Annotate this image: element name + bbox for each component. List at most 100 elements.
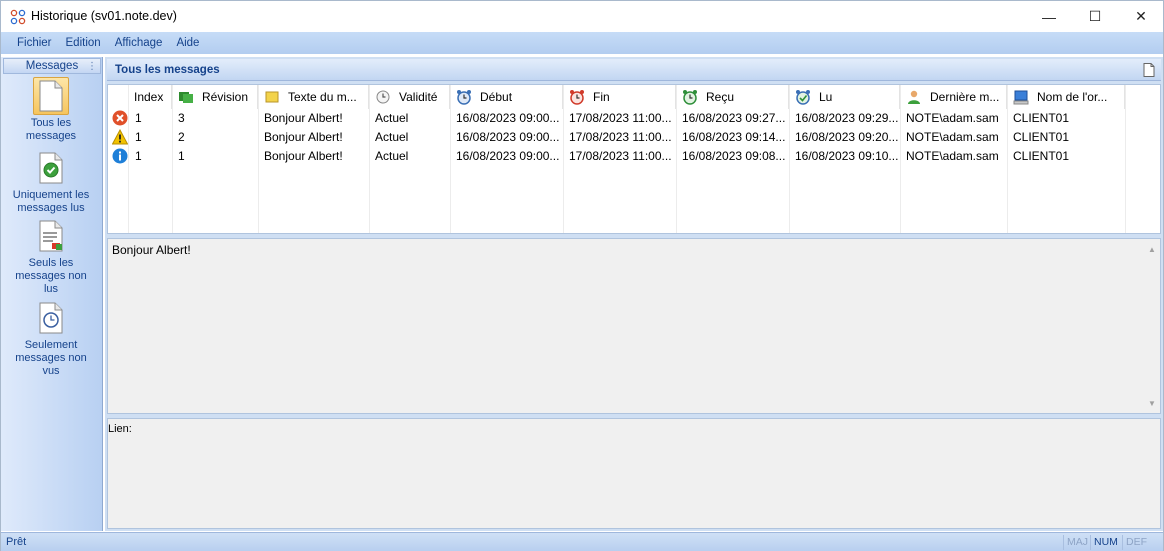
nav-item-all-messages[interactable]: Tous les messages (3, 77, 99, 143)
cell-read: 16/08/2023 09:20... (795, 130, 899, 144)
menu-fichier[interactable]: Fichier (10, 32, 59, 54)
nav-item-label: Uniquement les (12, 189, 90, 201)
column-header-index[interactable]: Index (128, 85, 172, 109)
scroll-up-icon[interactable]: ▲ (1144, 241, 1160, 257)
cell-validity: Actuel (375, 149, 409, 163)
blank-document-icon (39, 80, 63, 112)
scroll-lock-indicator: DEF (1122, 535, 1150, 550)
cell-read: 16/08/2023 09:10... (795, 149, 899, 163)
table-row[interactable]: 1 1 Bonjour Albert! Actuel 16/08/2023 09… (108, 147, 1160, 166)
maximize-button[interactable]: ☐ (1072, 1, 1118, 32)
document-clock-icon (39, 302, 63, 334)
close-button[interactable]: ✕ (1118, 1, 1164, 32)
link-label: Lien: (108, 423, 132, 435)
cell-revision: 1 (178, 149, 185, 163)
column-header-start[interactable]: Début (450, 85, 563, 109)
cell-index: 1 (135, 111, 142, 125)
nav-pane-header: Messages ⋮ (3, 58, 101, 74)
nav-pane-title: Messages (25, 60, 79, 72)
cell-text: Bonjour Albert! (264, 149, 343, 163)
main-header: Tous les messages (107, 59, 1161, 81)
nav-item-label: messages non (15, 352, 87, 364)
nav-item-read-messages[interactable]: Uniquement les messages lus (3, 149, 99, 215)
cell-start: 16/08/2023 09:00... (456, 149, 560, 163)
app-logo-icon (10, 9, 26, 25)
cell-end: 17/08/2023 11:00... (569, 111, 672, 125)
cell-index: 1 (135, 130, 142, 144)
main-area: Tous les messages Index Révision Texte d… (105, 57, 1163, 531)
column-header-end[interactable]: Fin (563, 85, 676, 109)
menu-affichage[interactable]: Affichage (108, 32, 170, 54)
cell-text: Bonjour Albert! (264, 111, 343, 125)
cell-start: 16/08/2023 09:00... (456, 111, 560, 125)
column-header-received[interactable]: Reçu (676, 85, 789, 109)
title-bar: Historique (sv01.note.dev) — ☐ ✕ (1, 1, 1163, 32)
nav-item-label: lus (43, 283, 59, 295)
grid-header: Index Révision Texte du m... Validité Dé… (108, 85, 1160, 109)
cell-end: 17/08/2023 11:00... (569, 130, 672, 144)
column-header-text[interactable]: Texte du m... (258, 85, 369, 109)
num-lock-indicator: NUM (1090, 535, 1121, 550)
grip-icon[interactable]: ⋮ (87, 60, 97, 74)
link-pane[interactable]: Lien: (107, 418, 1161, 529)
column-header-last-modified[interactable]: Dernière m... (900, 85, 1007, 109)
window-title: Historique (sv01.note.dev) (31, 9, 177, 23)
nav-item-label: messages (25, 130, 77, 142)
cell-validity: Actuel (375, 130, 409, 144)
nav-item-unseen-messages[interactable]: Seulement messages non vus (3, 299, 99, 378)
cell-computer: CLIENT01 (1013, 149, 1070, 163)
table-row[interactable]: 1 2 Bonjour Albert! Actuel 16/08/2023 09… (108, 128, 1160, 147)
cell-received: 16/08/2023 09:08... (682, 149, 786, 163)
column-header-revision[interactable]: Révision (172, 85, 258, 109)
message-text-pane[interactable]: Bonjour Albert! ▲ ▼ (107, 238, 1161, 414)
nav-item-label: Seulement (24, 339, 78, 351)
cell-last-modified: NOTE\adam.sam (906, 130, 999, 144)
cell-validity: Actuel (375, 111, 409, 125)
cell-start: 16/08/2023 09:00... (456, 130, 560, 144)
menu-edition[interactable]: Edition (59, 32, 108, 54)
cell-index: 1 (135, 149, 142, 163)
column-header-validity[interactable]: Validité (369, 85, 450, 109)
nav-item-label: vus (42, 365, 60, 377)
app-window: Historique (sv01.note.dev) — ☐ ✕ Fichier… (0, 0, 1164, 551)
vertical-scrollbar[interactable]: ▲ ▼ (1144, 239, 1160, 413)
status-text: Prêt (6, 536, 27, 548)
minimize-button[interactable]: — (1026, 1, 1072, 32)
cell-text: Bonjour Albert! (264, 130, 343, 144)
cell-received: 16/08/2023 09:14... (682, 130, 786, 144)
nav-item-label: messages lus (17, 202, 85, 214)
user-icon (906, 89, 922, 105)
messages-grid[interactable]: Index Révision Texte du m... Validité Dé… (107, 84, 1161, 234)
new-document-icon[interactable] (1143, 63, 1155, 77)
main-header-title: Tous les messages (115, 64, 220, 76)
cell-received: 16/08/2023 09:27... (682, 111, 786, 125)
clock-small-icon (375, 89, 391, 105)
cell-read: 16/08/2023 09:29... (795, 111, 899, 125)
warning-icon (112, 129, 128, 145)
nav-item-unread-messages[interactable]: Seuls les messages non lus (3, 217, 99, 296)
nav-item-label: messages non (15, 270, 87, 282)
computer-icon (1013, 89, 1029, 105)
document-check-icon (39, 152, 63, 184)
revision-icon (178, 89, 194, 105)
status-bar: Prêt MAJ NUM DEF (1, 532, 1163, 551)
cell-end: 17/08/2023 11:00... (569, 149, 672, 163)
menu-aide[interactable]: Aide (169, 32, 206, 54)
document-unread-icon (39, 220, 63, 252)
error-icon (112, 110, 128, 126)
cell-last-modified: NOTE\adam.sam (906, 149, 999, 163)
nav-item-label: Tous les (30, 117, 72, 129)
alarm-clock-green-icon (682, 89, 698, 105)
cell-computer: CLIENT01 (1013, 130, 1070, 144)
note-icon (264, 89, 280, 105)
cell-computer: CLIENT01 (1013, 111, 1070, 125)
column-header-computer[interactable]: Nom de l'or... (1007, 85, 1125, 109)
cell-revision: 3 (178, 111, 185, 125)
scroll-down-icon[interactable]: ▼ (1144, 395, 1160, 411)
alarm-clock-check-icon (795, 89, 811, 105)
column-header-read[interactable]: Lu (789, 85, 900, 109)
cell-last-modified: NOTE\adam.sam (906, 111, 999, 125)
cell-revision: 2 (178, 130, 185, 144)
messages-nav-pane: Messages ⋮ Tous les messages Uniquement … (1, 57, 103, 531)
table-row[interactable]: 1 3 Bonjour Albert! Actuel 16/08/2023 09… (108, 109, 1160, 128)
